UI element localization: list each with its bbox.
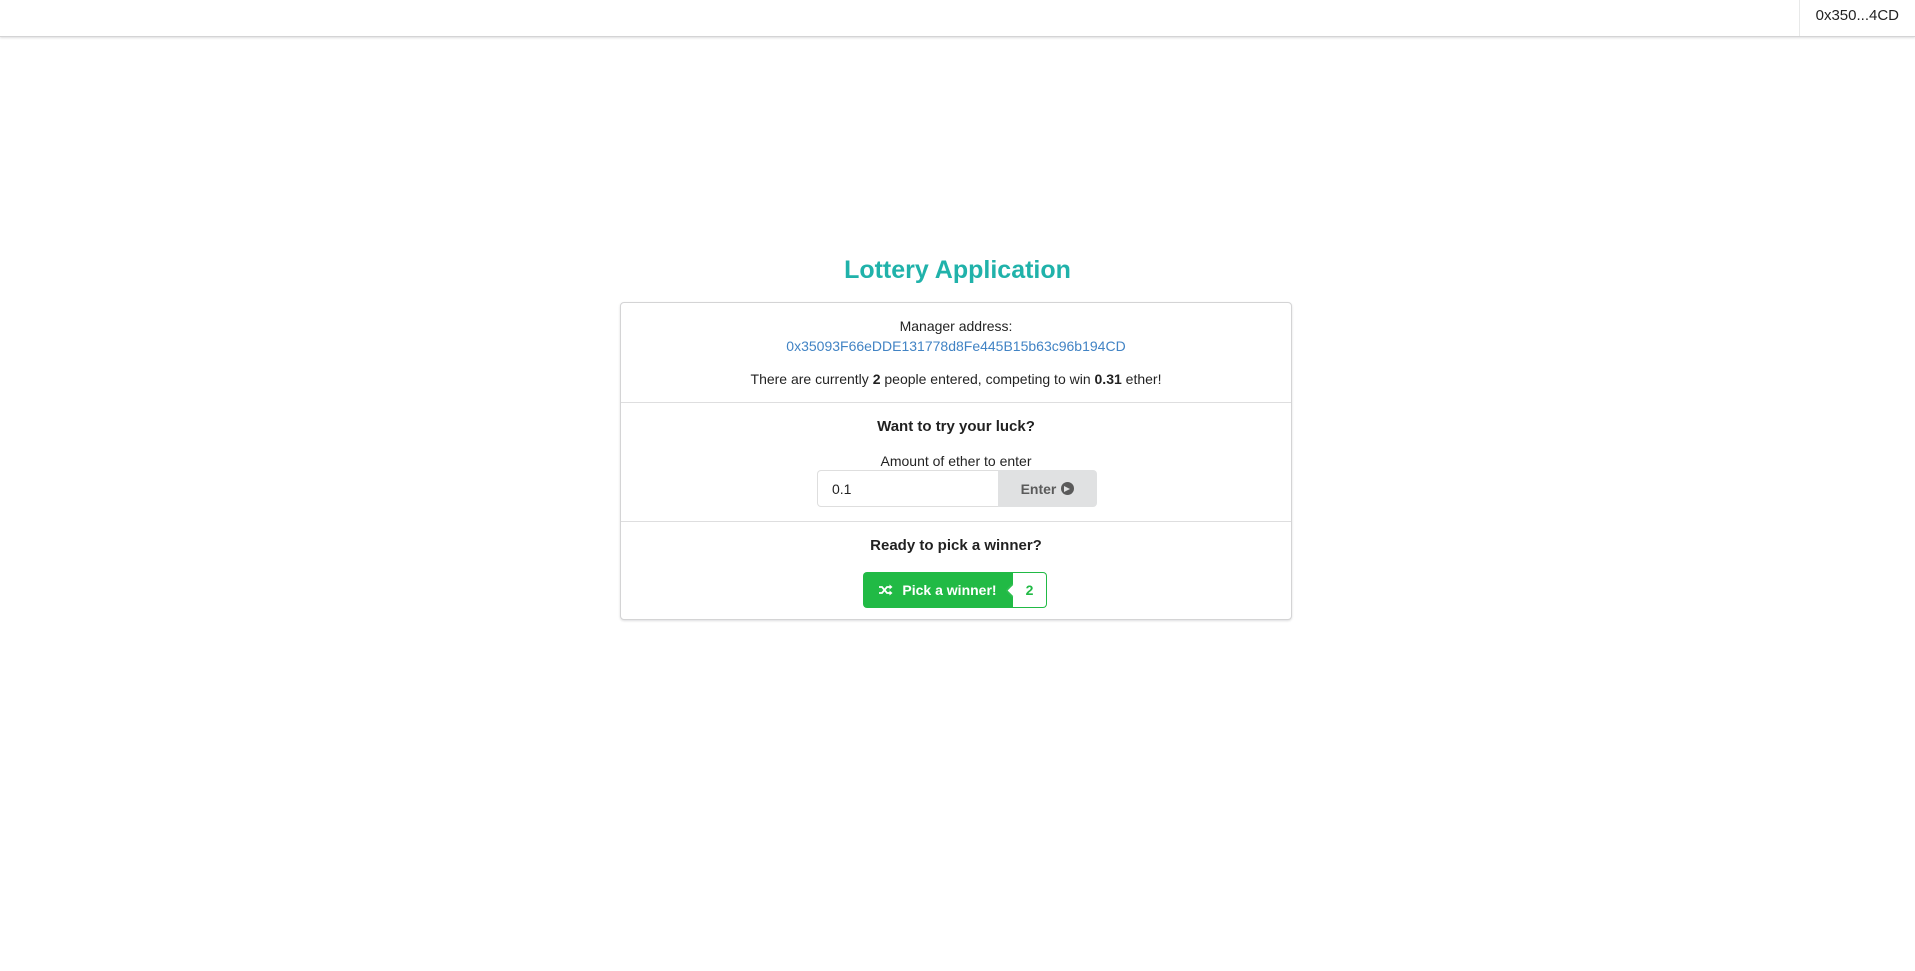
lottery-card: Manager address: 0x35093F66eDDE131778d8F… bbox=[620, 302, 1292, 620]
shuffle-icon bbox=[879, 584, 893, 596]
pick-winner-labeled-button: Pick a winner! 2 bbox=[863, 572, 1047, 608]
amount-label: Amount of ether to enter bbox=[880, 453, 1032, 469]
page-title: Lottery Application bbox=[844, 256, 1071, 284]
enter-segment: Want to try your luck? Amount of ether t… bbox=[621, 403, 1291, 522]
players-count: 2 bbox=[872, 371, 881, 387]
lottery-status-text: There are currently 2 people entered, co… bbox=[621, 371, 1291, 387]
status-suffix: ether! bbox=[1125, 371, 1162, 387]
amount-input-group: Enter bbox=[817, 470, 1097, 507]
manager-label: Manager address: bbox=[899, 318, 1013, 334]
manager-segment: Manager address: 0x35093F66eDDE131778d8F… bbox=[621, 303, 1291, 403]
account-menu-item[interactable]: 0x350...4CD bbox=[1798, 0, 1915, 36]
top-menu-bar: 0x350...4CD bbox=[0, 0, 1915, 37]
enter-button[interactable]: Enter bbox=[998, 470, 1097, 507]
pick-winner-label: Pick a winner! bbox=[902, 582, 997, 598]
status-prefix: There are currently bbox=[750, 371, 869, 387]
pick-winner-segment: Ready to pick a winner? Pick a winner! 2 bbox=[621, 522, 1291, 619]
arrow-circle-right-icon bbox=[1061, 482, 1075, 495]
pick-winner-button[interactable]: Pick a winner! bbox=[863, 572, 1013, 608]
pick-winner-heading: Ready to pick a winner? bbox=[870, 537, 1042, 554]
enter-button-label: Enter bbox=[1020, 480, 1057, 497]
pick-winner-count-label: 2 bbox=[1013, 572, 1047, 608]
status-middle: people entered, competing to win bbox=[884, 371, 1091, 387]
prize-balance: 0.31 bbox=[1094, 371, 1122, 387]
amount-input[interactable] bbox=[817, 470, 998, 507]
manager-address-link[interactable]: 0x35093F66eDDE131778d8Fe445B15b63c96b194… bbox=[621, 338, 1291, 354]
enter-heading: Want to try your luck? bbox=[877, 418, 1035, 435]
